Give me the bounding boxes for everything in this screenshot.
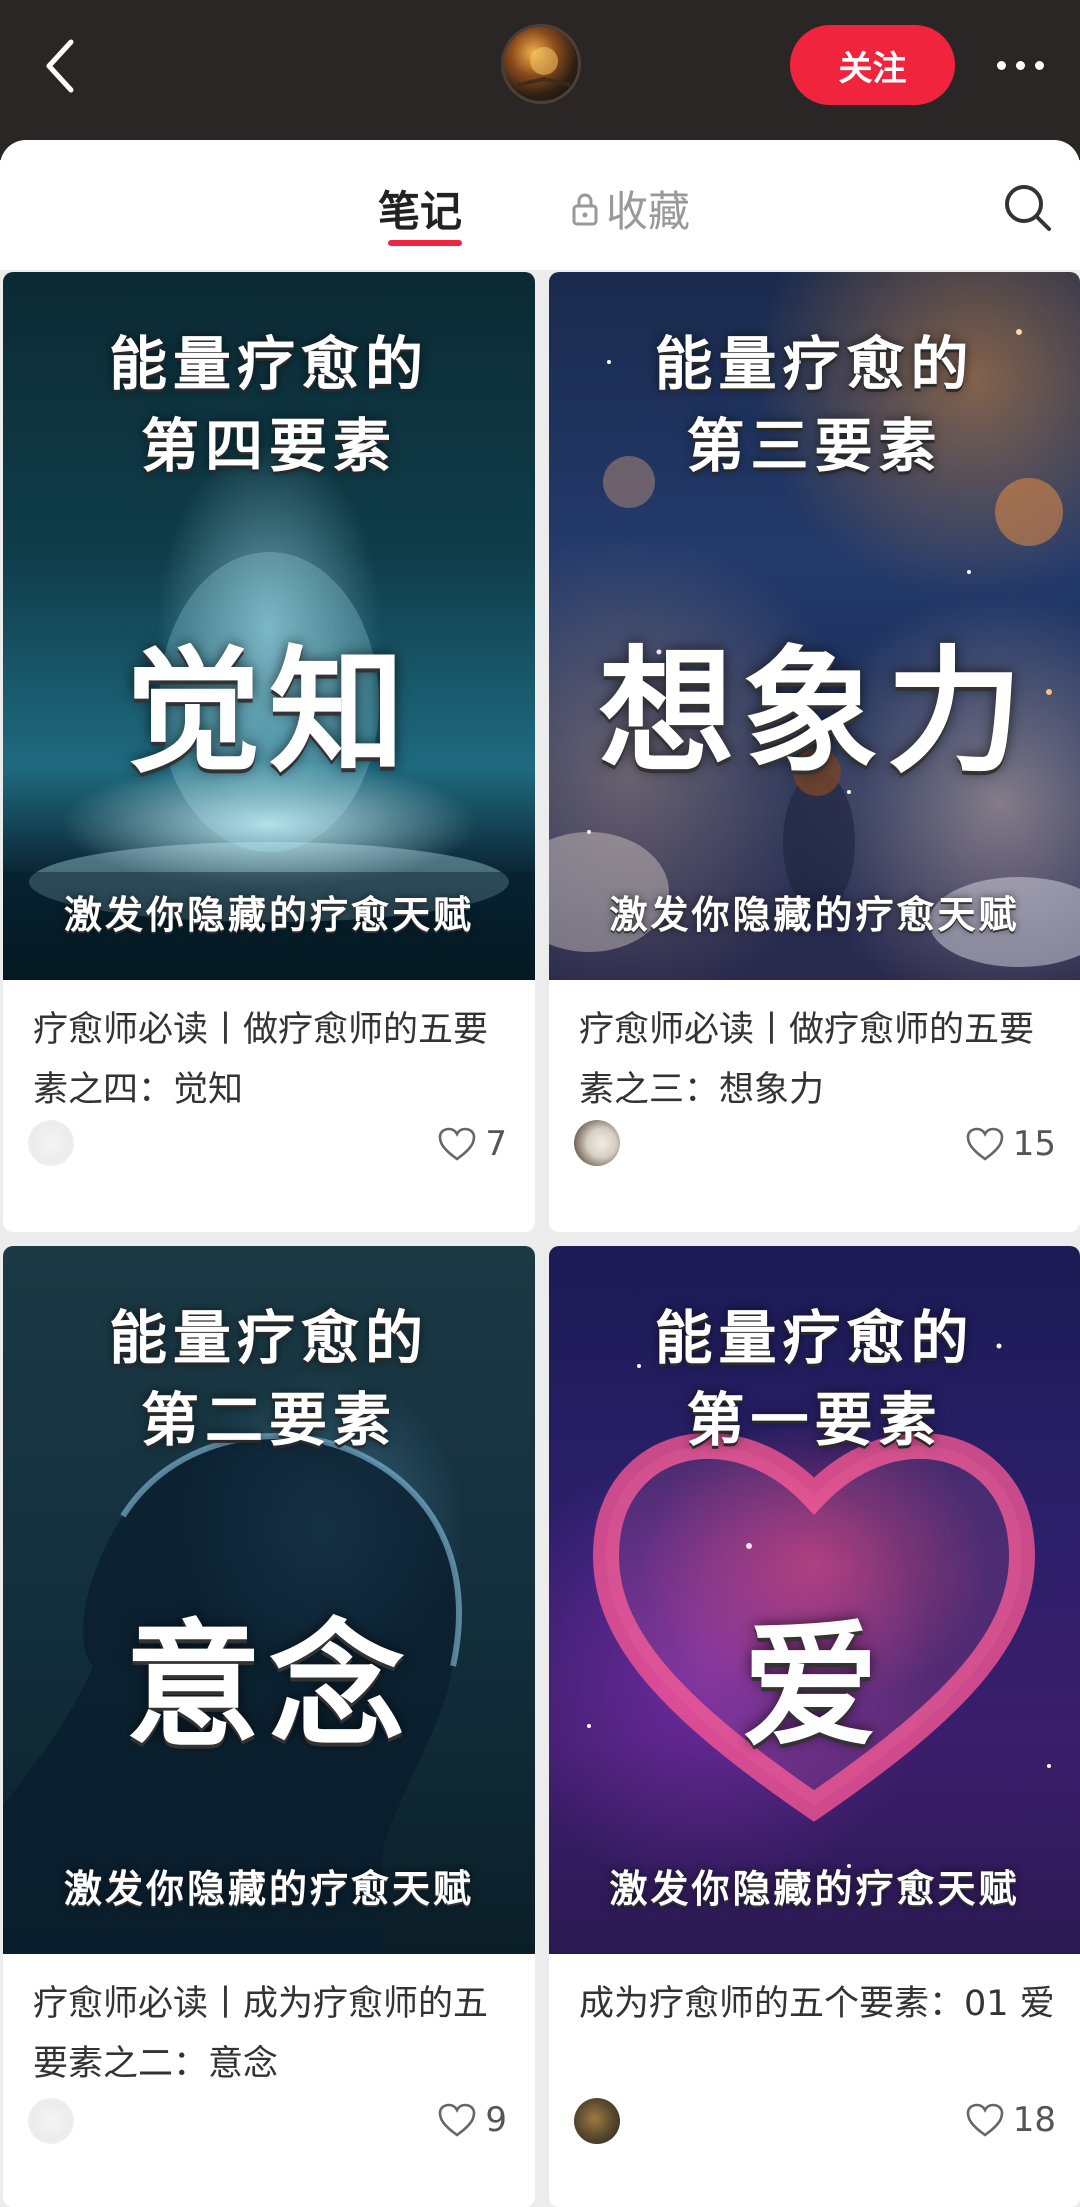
dot-icon	[1034, 60, 1044, 70]
cover-keyword: 爱	[742, 1608, 887, 1766]
like-count: 15	[1012, 1124, 1056, 1164]
note-card[interactable]: 能量疗愈的 第四要素 觉知 激发你隐藏的疗愈天赋 疗愈师必读丨做疗愈师的五要素之…	[3, 272, 535, 1232]
dot-icon	[996, 60, 1006, 70]
search-button[interactable]	[1000, 180, 1056, 236]
heart-icon	[439, 2103, 476, 2137]
cover-title-line: 能量疗愈的	[654, 1304, 975, 1372]
cover-keyword: 意念	[125, 1608, 413, 1766]
cover-title-line: 能量疗愈的	[654, 330, 975, 398]
more-options-button[interactable]	[980, 40, 1060, 90]
search-icon	[1005, 185, 1051, 231]
cover-keyword: 想象力	[598, 634, 1031, 792]
cover-subtitle: 激发你隐藏的疗愈天赋	[609, 1867, 1020, 1911]
note-title[interactable]: 疗愈师必读丨做疗愈师的五要素之三：想象力	[579, 1000, 1059, 1120]
top-bar: 关注	[0, 0, 1080, 160]
author-avatar[interactable]	[28, 2098, 74, 2144]
like-button[interactable]: 15	[965, 1122, 1056, 1166]
book-art-icon	[518, 47, 570, 87]
cover-subtitle: 激发你隐藏的疗愈天赋	[609, 893, 1020, 937]
tab-notes[interactable]: 笔记	[378, 178, 462, 239]
cover-keyword: 觉知	[125, 634, 413, 792]
like-count: 9	[485, 2100, 507, 2140]
note-card[interactable]: 能量疗愈的 第三要素 想象力 激发你隐藏的疗愈天赋 疗愈师必读丨做疗愈师的五要素…	[549, 272, 1080, 1232]
note-card[interactable]: 能量疗愈的 第二要素 意念 激发你隐藏的疗愈天赋 疗愈师必读丨成为疗愈师的五要素…	[3, 1246, 535, 2207]
heart-icon	[439, 1127, 476, 1161]
tab-favorites-label: 收藏	[606, 187, 691, 236]
note-cover-image[interactable]: 能量疗愈的 第四要素 觉知 激发你隐藏的疗愈天赋	[3, 272, 535, 980]
cover-subtitle: 激发你隐藏的疗愈天赋	[63, 893, 474, 937]
like-count: 18	[1012, 2100, 1056, 2140]
note-title[interactable]: 疗愈师必读丨成为疗愈师的五要素之二：意念	[33, 1974, 513, 2094]
like-button[interactable]: 7	[437, 1122, 507, 1166]
author-avatar[interactable]	[28, 1120, 74, 1166]
heart-icon	[966, 2103, 1004, 2137]
note-cover-image[interactable]: 能量疗愈的 第一要素 爱 激发你隐藏的疗愈天赋	[549, 1246, 1080, 1954]
tabs-bar: 笔记 收藏	[0, 140, 1080, 270]
profile-avatar[interactable]	[501, 24, 581, 104]
cover-title-line: 第四要素	[140, 412, 397, 480]
cover-title-line: 第一要素	[686, 1386, 943, 1454]
chevron-left-icon	[46, 39, 74, 93]
active-tab-indicator	[388, 240, 462, 246]
note-cover-image[interactable]: 能量疗愈的 第二要素 意念 激发你隐藏的疗愈天赋	[3, 1246, 535, 1954]
note-card[interactable]: 能量疗愈的 第一要素 爱 激发你隐藏的疗愈天赋 成为疗愈师的五个要素：01 爱 …	[549, 1246, 1080, 2207]
note-title[interactable]: 成为疗愈师的五个要素：01 爱	[579, 1974, 1059, 2034]
cover-subtitle: 激发你隐藏的疗愈天赋	[63, 1867, 474, 1911]
author-avatar[interactable]	[574, 2098, 620, 2144]
like-button[interactable]: 18	[965, 2098, 1056, 2142]
like-button[interactable]: 9	[437, 2098, 507, 2142]
heart-icon	[966, 1127, 1004, 1161]
author-avatar[interactable]	[574, 1120, 620, 1166]
cover-title-line: 能量疗愈的	[108, 330, 429, 398]
dot-icon	[1015, 60, 1025, 70]
cover-title-line: 能量疗愈的	[108, 1304, 429, 1372]
cover-title-line: 第二要素	[140, 1386, 397, 1454]
tab-favorites[interactable]: 收藏	[570, 178, 690, 239]
note-title[interactable]: 疗愈师必读丨做疗愈师的五要素之四：觉知	[33, 1000, 513, 1120]
cover-title-line: 第三要素	[686, 412, 943, 480]
note-cover-image[interactable]: 能量疗愈的 第三要素 想象力 激发你隐藏的疗愈天赋	[549, 272, 1080, 980]
back-button[interactable]	[30, 30, 90, 102]
like-count: 7	[485, 1124, 507, 1164]
lock-icon	[572, 193, 598, 225]
follow-button[interactable]: 关注	[790, 25, 955, 105]
